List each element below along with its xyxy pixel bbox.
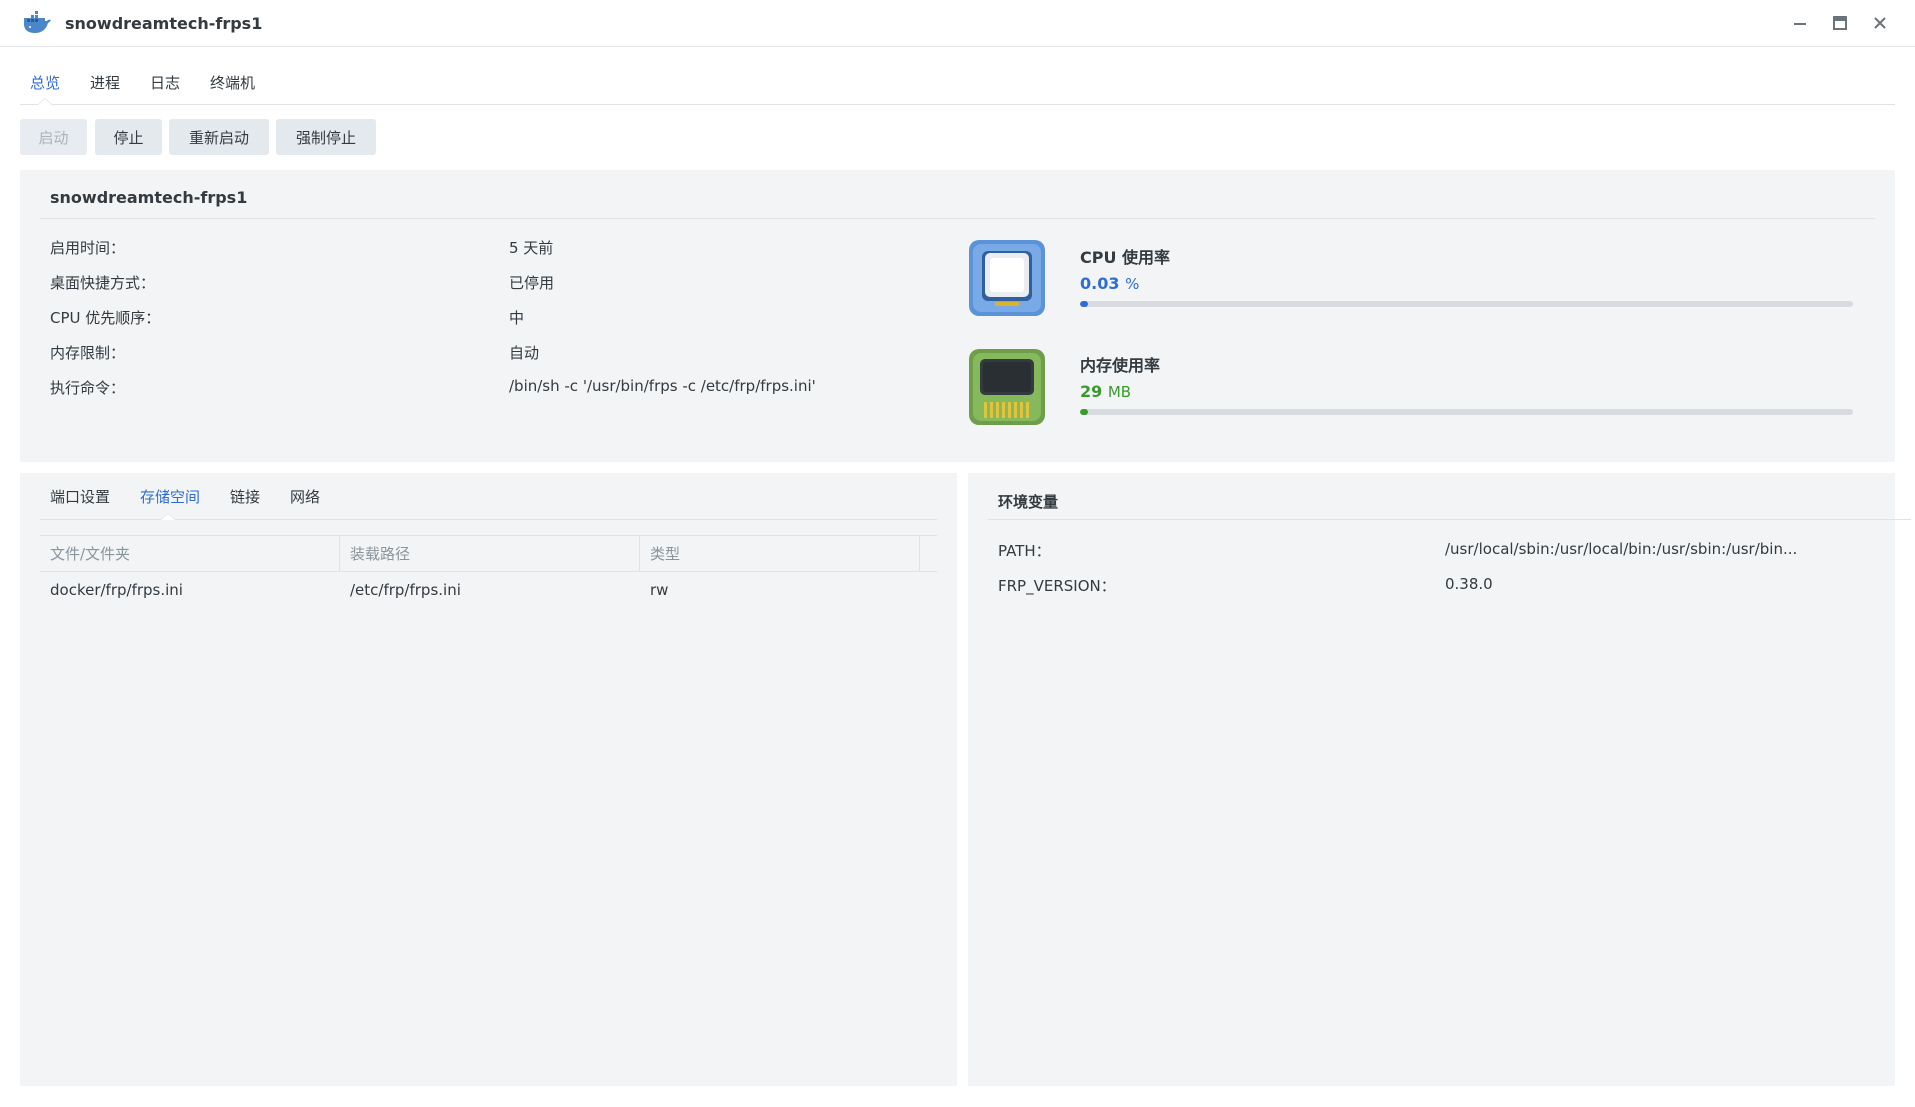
cell-mount-path: /etc/frp/frps.ini <box>350 581 461 599</box>
table-header: 文件/文件夹 装载路径 类型 <box>40 535 937 572</box>
close-button[interactable] <box>1865 9 1895 37</box>
memory-usage-value: 29 <box>1080 382 1103 401</box>
execute-command-value: /bin/sh -c '/usr/bin/frps -c /etc/frp/fr… <box>509 377 816 395</box>
sub-tab-bar: 端口设置 存储空间 链接 网络 <box>40 473 937 520</box>
memory-usage-title: 内存使用率 <box>1080 356 1161 375</box>
tab-network[interactable]: 网络 <box>290 486 320 507</box>
stop-button[interactable]: 停止 <box>95 119 162 155</box>
memory-usage-unit: MB <box>1107 383 1132 401</box>
environment-variables-title: 环境变量 <box>998 493 1059 511</box>
env-var-value: /usr/local/sbin:/usr/local/bin:/usr/sbin… <box>1445 540 1798 558</box>
main-tab-bar: 总览 进程 日志 终端机 <box>20 62 1895 105</box>
storage-panel: 端口设置 存储空间 链接 网络 文件/文件夹 装载路径 类型 docker/fr… <box>20 473 957 1086</box>
column-header-mount-path[interactable]: 装载路径 <box>340 536 640 571</box>
table-row[interactable]: docker/frp/frps.ini /etc/frp/frps.ini rw <box>40 572 937 608</box>
container-name-heading: snowdreamtech-frps1 <box>50 188 248 207</box>
column-header-file-folder[interactable]: 文件/文件夹 <box>40 536 340 571</box>
desktop-shortcut-value: 已停用 <box>509 274 555 292</box>
volume-table: 文件/文件夹 装载路径 类型 docker/frp/frps.ini /etc/… <box>40 535 937 608</box>
cpu-usage-readout: 0.03 % <box>1080 274 1139 293</box>
tab-storage[interactable]: 存储空间 <box>140 486 200 507</box>
uptime-value: 5 天前 <box>509 239 554 257</box>
env-var-name: FRP_VERSION： <box>998 577 1116 595</box>
tab-port-settings[interactable]: 端口设置 <box>50 486 110 507</box>
cpu-usage-bar <box>1080 301 1853 307</box>
env-var-value: 0.38.0 <box>1445 575 1493 593</box>
uptime-label: 启用时间： <box>50 239 126 257</box>
window-title: snowdreamtech-frps1 <box>65 14 263 33</box>
memory-limit-label: 内存限制： <box>50 344 126 362</box>
tab-processes[interactable]: 进程 <box>90 72 120 93</box>
desktop-shortcut-label: 桌面快捷方式： <box>50 274 156 292</box>
maximize-button[interactable] <box>1825 9 1855 37</box>
divider <box>988 519 1911 520</box>
minimize-icon <box>1794 23 1806 25</box>
active-tab-indicator <box>160 513 176 520</box>
container-summary-panel: snowdreamtech-frps1 启用时间： 5 天前 桌面快捷方式： 已… <box>20 170 1895 462</box>
cpu-usage-value: 0.03 <box>1080 274 1120 293</box>
active-tab-indicator <box>37 98 53 105</box>
start-button[interactable]: 启动 <box>20 119 87 155</box>
column-header-type[interactable]: 类型 <box>640 536 920 571</box>
title-bar: snowdreamtech-frps1 <box>0 0 1915 47</box>
cpu-usage-unit: % <box>1125 275 1140 293</box>
memory-module-icon <box>968 348 1046 426</box>
cpu-priority-value: 中 <box>509 309 525 327</box>
cpu-priority-label: CPU 优先顺序： <box>50 309 161 327</box>
cpu-chip-icon <box>968 239 1046 317</box>
maximize-icon <box>1833 16 1847 30</box>
env-var-name: PATH： <box>998 542 1051 560</box>
tab-log[interactable]: 日志 <box>150 72 180 93</box>
memory-usage-readout: 29 MB <box>1080 382 1131 401</box>
tab-terminal[interactable]: 终端机 <box>210 72 255 93</box>
cell-file-folder: docker/frp/frps.ini <box>50 581 183 599</box>
divider <box>40 218 1875 219</box>
docker-whale-icon <box>22 10 52 38</box>
close-icon <box>1874 17 1886 29</box>
tab-links[interactable]: 链接 <box>230 486 260 507</box>
environment-variables-panel: 环境变量 PATH： /usr/local/sbin:/usr/local/bi… <box>968 473 1911 1086</box>
tab-overview[interactable]: 总览 <box>30 72 60 93</box>
memory-limit-value: 自动 <box>509 344 540 362</box>
cpu-usage-bar-fill <box>1080 301 1088 307</box>
force-stop-button[interactable]: 强制停止 <box>276 119 376 155</box>
memory-usage-bar <box>1080 409 1853 415</box>
restart-button[interactable]: 重新启动 <box>169 119 269 155</box>
memory-usage-bar-fill <box>1080 409 1088 415</box>
cpu-usage-title: CPU 使用率 <box>1080 248 1171 267</box>
execute-command-label: 执行命令： <box>50 379 126 397</box>
cell-type: rw <box>650 581 669 599</box>
minimize-button[interactable] <box>1785 9 1815 37</box>
